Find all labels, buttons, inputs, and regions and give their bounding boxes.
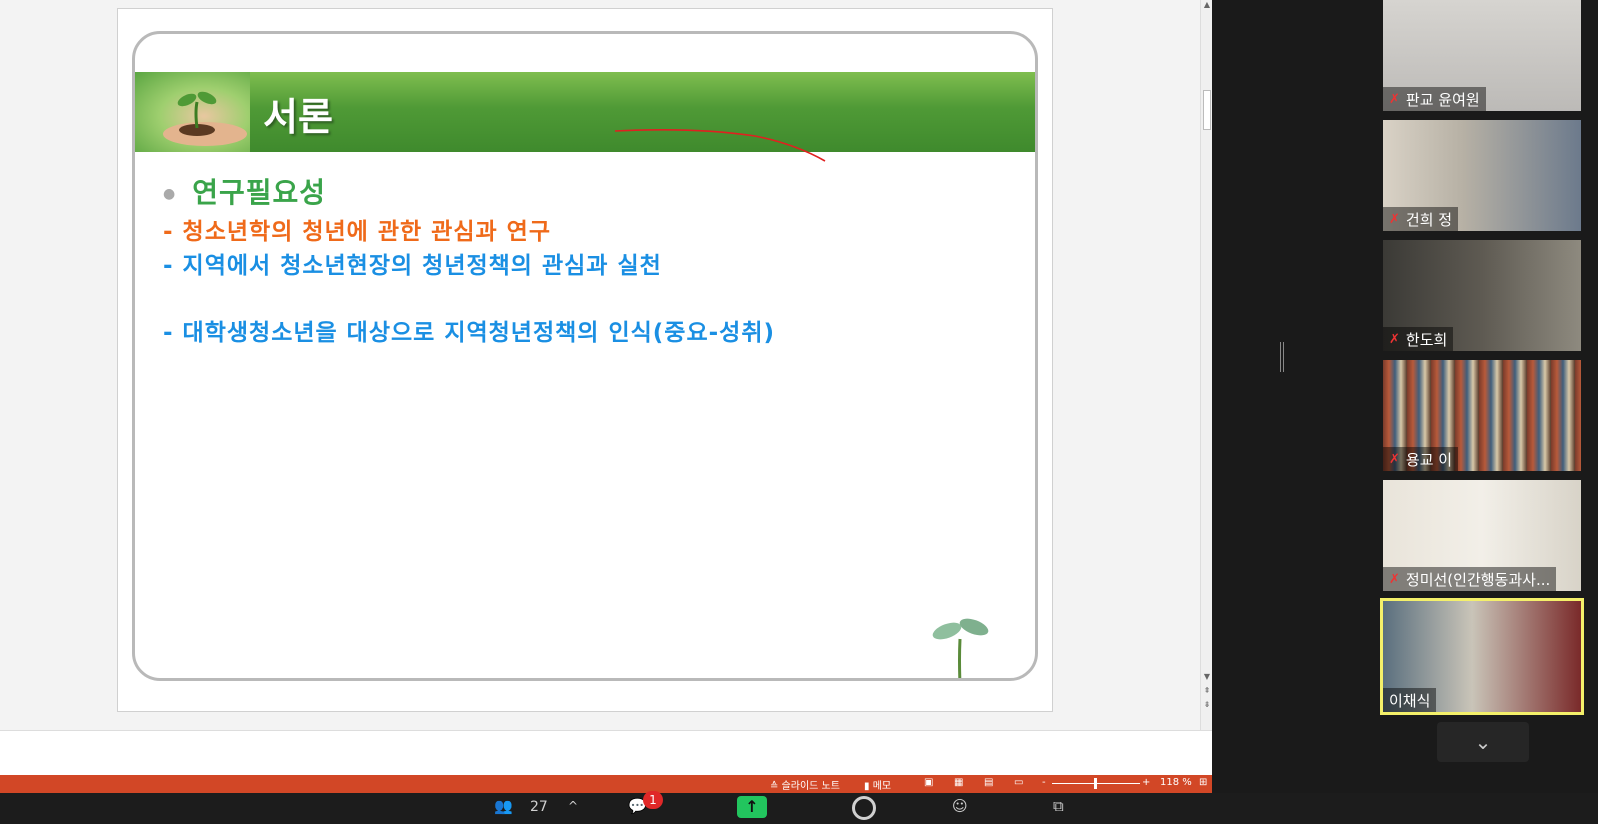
participant-name: 건희 정: [1405, 210, 1453, 229]
participant-name: 판교 윤여원: [1405, 90, 1480, 109]
slide-sorter-icon[interactable]: ▦: [954, 777, 963, 788]
participant-name: 용교 이: [1405, 450, 1453, 469]
vertical-scrollbar[interactable]: ▲ ▼ ⇞ ⇟: [1200, 0, 1212, 730]
participant-tile[interactable]: ✗ 판교 윤여원: [1383, 0, 1581, 111]
bullet-student-perception: - 대학생청소년을 대상으로 지역청년정책의 인식(중요-성취): [163, 320, 775, 346]
bullet-text: 연구필요성: [192, 176, 327, 209]
fit-to-window-icon[interactable]: ⊞: [1199, 777, 1207, 788]
participant-tile[interactable]: ✗ 정미선(인간행동과사...: [1383, 480, 1581, 591]
previous-slide-icon[interactable]: ⇞: [1202, 686, 1212, 696]
participant-tile[interactable]: ✗ 건희 정: [1383, 120, 1581, 231]
participant-name-bar: ✗ 용교 이: [1383, 447, 1459, 471]
active-speaker-tile[interactable]: 이채식: [1380, 598, 1584, 715]
bullet-regional-practice: - 지역에서 청소년현장의 청년정책의 관심과 실천: [163, 253, 662, 279]
gallery-next-page-chevron-down-icon[interactable]: ⌄: [1437, 722, 1529, 762]
comment-icon: ▮: [864, 781, 873, 792]
scrollbar-thumb[interactable]: [1203, 90, 1211, 130]
muted-mic-icon: ✗: [1389, 571, 1400, 587]
slide-editor: 서론 ● 연구필요성 - 청소년학의 청년에 관한 관심과 연구 - 지역에서 청…: [0, 0, 1200, 730]
muted-mic-icon: ✗: [1389, 451, 1400, 467]
sprout-hands-image: [135, 72, 250, 152]
chat-unread-badge: 1: [643, 791, 663, 809]
muted-mic-icon: ✗: [1389, 91, 1400, 107]
reading-view-icon[interactable]: ▤: [984, 777, 993, 788]
people-icon[interactable]: 👥: [494, 797, 513, 815]
participant-name: 한도희: [1405, 330, 1448, 349]
participant-name: 이채식: [1389, 691, 1431, 710]
participant-name-bar: ✗ 판교 윤여원: [1383, 87, 1486, 111]
participant-name-bar: 이채식: [1383, 688, 1437, 712]
participant-name-bar: ✗ 한도희: [1383, 327, 1454, 351]
record-icon[interactable]: [852, 796, 876, 820]
notes-pane[interactable]: [0, 730, 1212, 775]
zoom-level[interactable]: 118 %: [1160, 777, 1192, 788]
gallery-splitter-handle[interactable]: [1280, 342, 1284, 372]
normal-view-icon[interactable]: ▣: [924, 777, 933, 788]
status-bar: ≙ 슬라이드 노트 ▮ 메모 ▣ ▦ ▤ ▭ - + 118 % ⊞: [0, 775, 1212, 793]
meeting-toolbar: 👥 27 ^ 💬 1 ↑ ☺ ⧉: [0, 791, 1598, 824]
comments-button[interactable]: ▮ 메모: [864, 777, 891, 792]
zoom-in-button[interactable]: +: [1142, 777, 1150, 788]
emoji-icon[interactable]: ☺: [952, 797, 968, 815]
apps-icon[interactable]: ⧉: [1053, 797, 1064, 815]
scroll-up-icon[interactable]: ▲: [1202, 0, 1212, 10]
bullet-dot-icon: ●: [163, 186, 177, 202]
muted-mic-icon: ✗: [1389, 211, 1400, 227]
slide[interactable]: 서론 ● 연구필요성 - 청소년학의 청년에 관한 관심과 연구 - 지역에서 청…: [132, 31, 1038, 681]
slideshow-icon[interactable]: ▭: [1014, 777, 1023, 788]
participant-name-bar: ✗ 건희 정: [1383, 207, 1459, 231]
share-screen-icon[interactable]: ↑: [737, 796, 767, 818]
participants-count[interactable]: 27: [530, 799, 548, 815]
chevron-up-icon[interactable]: ^: [568, 799, 578, 813]
bullet-youth-studies: - 청소년학의 청년에 관한 관심과 연구: [163, 219, 551, 245]
slide-title: 서론: [263, 95, 333, 139]
zoom-out-button[interactable]: -: [1042, 777, 1046, 788]
sprout-icon: [932, 618, 989, 678]
participant-name-bar: ✗ 정미선(인간행동과사...: [1383, 567, 1557, 591]
slide-title-banner: 서론: [135, 72, 1035, 152]
scroll-down-icon[interactable]: ▼: [1202, 672, 1212, 682]
notes-button[interactable]: ≙ 슬라이드 노트: [770, 777, 840, 792]
powerpoint-window: 서론 ● 연구필요성 - 청소년학의 청년에 관한 관심과 연구 - 지역에서 청…: [0, 0, 1212, 807]
participant-tile[interactable]: ✗ 한도희: [1383, 240, 1581, 351]
participant-tile[interactable]: ✗ 용교 이: [1383, 360, 1581, 471]
zoom-slider-thumb[interactable]: [1094, 778, 1097, 789]
comments-label: 메모: [872, 781, 892, 792]
bullet-research-need: ● 연구필요성: [163, 171, 326, 211]
next-slide-icon[interactable]: ⇟: [1202, 700, 1212, 710]
participant-name: 정미선(인간행동과사...: [1405, 570, 1551, 589]
muted-mic-icon: ✗: [1389, 331, 1400, 347]
